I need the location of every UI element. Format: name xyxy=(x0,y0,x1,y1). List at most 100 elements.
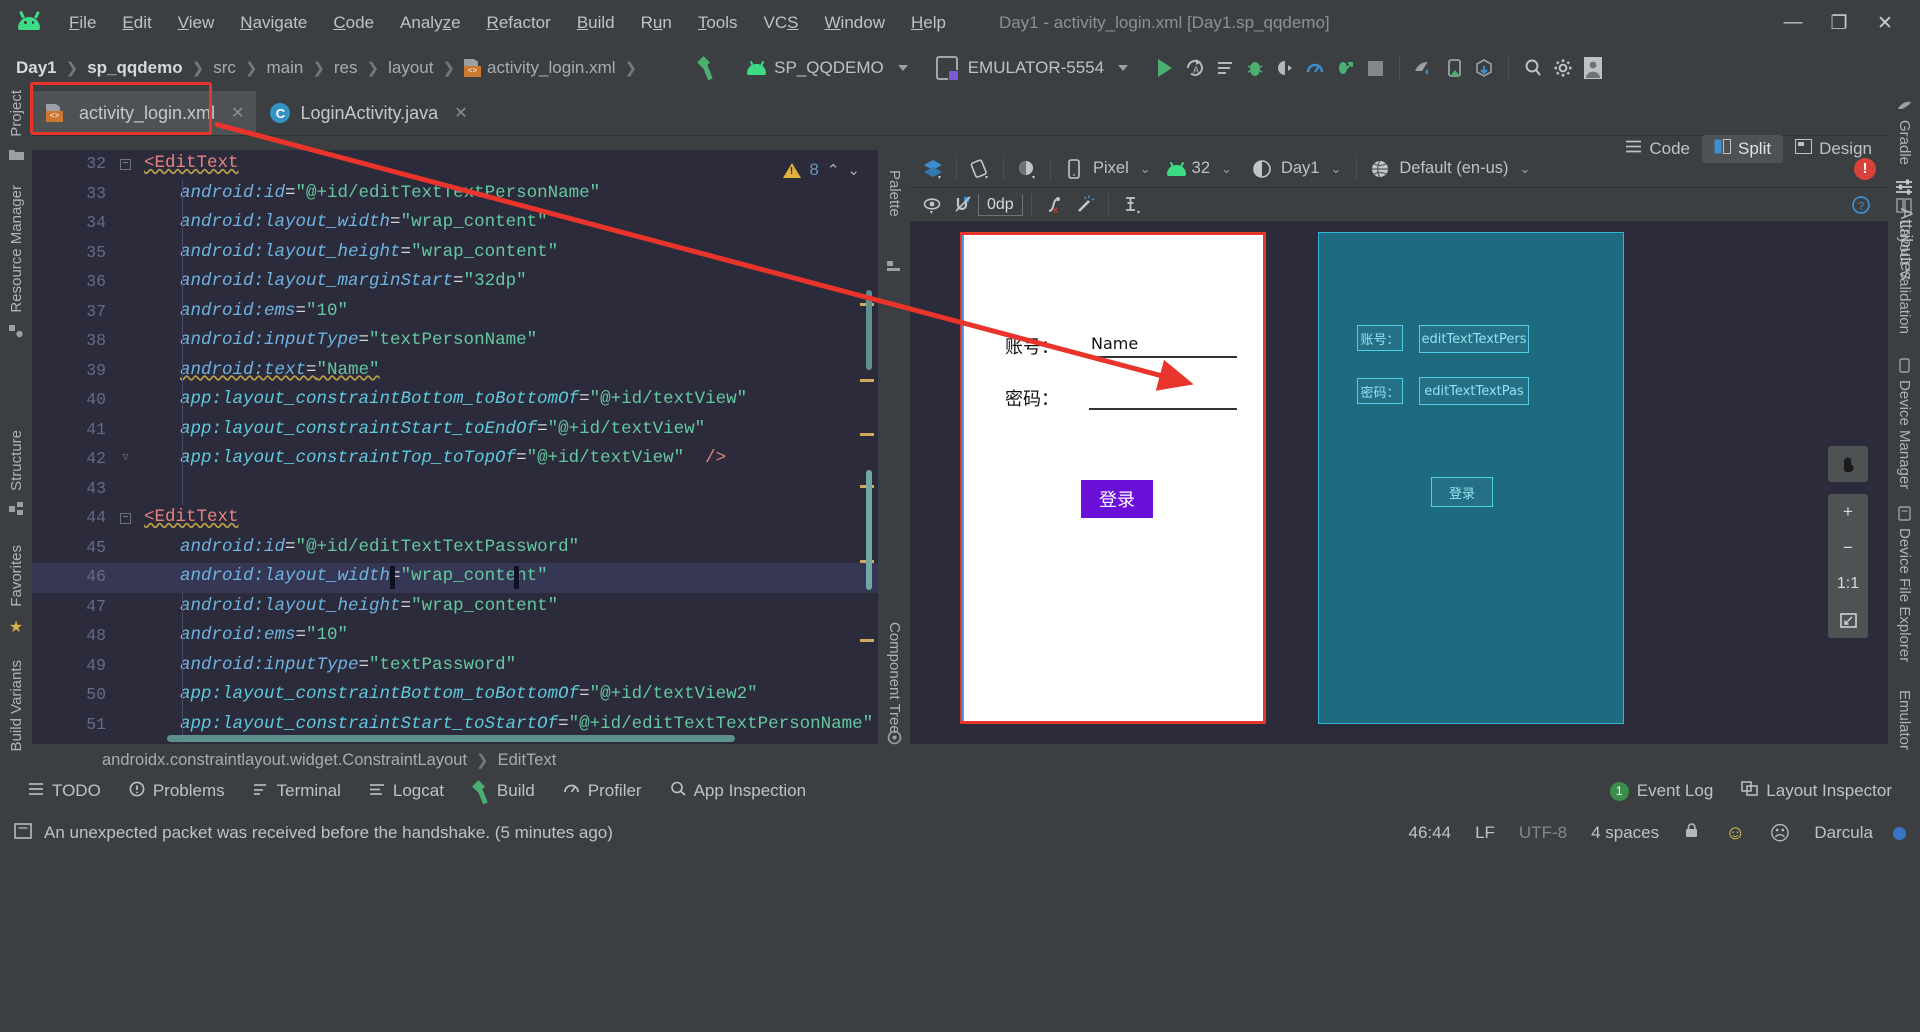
attributes-sliders-icon[interactable] xyxy=(1894,178,1914,201)
preview-account-input[interactable]: Name xyxy=(1089,334,1237,358)
design-canvas[interactable]: 账号： Name 密码： 登录 账号： editTextTextPers 密码：… xyxy=(910,222,1888,744)
api-chevron-down-icon[interactable]: ⌄ xyxy=(1221,161,1232,177)
view-mode-code[interactable]: Code xyxy=(1613,135,1702,163)
sync-gradle-icon[interactable] xyxy=(1469,53,1499,83)
zoom-actual-icon[interactable]: 1:1 xyxy=(1828,566,1868,602)
module-selector-label[interactable]: SP_QQDEMO xyxy=(774,58,884,78)
code-line[interactable]: 46 android:layout_width="wrap_content" xyxy=(32,563,878,593)
editor-tab-activity-login[interactable]: <> activity_login.xml ✕ xyxy=(32,91,257,135)
avatar-icon[interactable] xyxy=(1578,53,1608,83)
close-tab-icon[interactable]: ✕ xyxy=(454,103,467,123)
breadcrumb-res[interactable]: res xyxy=(334,58,358,78)
sidebar-item-build-variants[interactable]: Build Variants xyxy=(0,660,32,751)
debug-icon[interactable] xyxy=(1240,53,1270,83)
guidelines-icon[interactable] xyxy=(1117,190,1147,220)
menu-vcs[interactable]: VCS xyxy=(751,9,812,37)
minimize-button[interactable]: — xyxy=(1770,0,1816,46)
code-line[interactable]: 50 app:layout_constraintBottom_toBottomOf… xyxy=(32,681,878,711)
blueprint-password-field[interactable]: editTextTextPas xyxy=(1419,377,1529,405)
clear-constraints-icon[interactable]: x xyxy=(1040,190,1070,220)
code-line[interactable]: 34 android:layout_width="wrap_content" xyxy=(32,209,878,239)
menu-file[interactable]: File xyxy=(56,9,109,37)
build-hammer-icon[interactable] xyxy=(694,53,724,83)
menu-window[interactable]: Window xyxy=(812,9,898,37)
fold-collapse-icon[interactable]: − xyxy=(120,159,131,170)
code-line[interactable]: 39 android:text="Name" xyxy=(32,357,878,387)
breadcrumb-day1[interactable]: Day1 xyxy=(16,58,57,78)
menu-run[interactable]: Run xyxy=(628,9,685,37)
blueprint-password-label[interactable]: 密码： xyxy=(1357,378,1403,404)
editor-horizontal-scrollbar[interactable] xyxy=(167,735,867,742)
close-button[interactable]: ✕ xyxy=(1862,0,1908,46)
menu-help[interactable]: Help xyxy=(898,9,959,37)
infer-constraints-icon[interactable] xyxy=(1070,190,1100,220)
fold-end-icon[interactable]: ▽ xyxy=(120,454,131,465)
breadcrumb-activity-login[interactable]: activity_login.xml xyxy=(487,58,616,78)
sidebar-item-resource-manager[interactable]: Resource Manager xyxy=(0,185,32,343)
editor-tab-login-activity[interactable]: C LoginActivity.java ✕ xyxy=(256,91,479,135)
sad-face-icon[interactable]: ☹ xyxy=(1758,821,1803,846)
bottom-tab-app-inspection[interactable]: App Inspection xyxy=(656,778,820,804)
view-mode-design[interactable]: Design xyxy=(1783,135,1884,163)
settings-gear-icon[interactable] xyxy=(1548,53,1578,83)
code-line[interactable]: 35 android:layout_height="wrap_content" xyxy=(32,239,878,269)
breadcrumb-constraintlayout[interactable]: androidx.constraintlayout.widget.Constra… xyxy=(102,751,467,770)
code-editor[interactable]: 32 − <EditText 33 android:id="@+id/editTextT… xyxy=(32,150,878,744)
attributes-label[interactable]: Attributes xyxy=(1896,208,1916,280)
component-tree-rail[interactable] xyxy=(878,430,910,744)
sidebar-item-project[interactable]: Project xyxy=(0,90,32,167)
sidebar-item-favorites[interactable]: Favorites ★ xyxy=(0,545,32,637)
bottom-tab-terminal[interactable]: Terminal xyxy=(239,778,355,804)
bottom-tab-layout-inspector[interactable]: Layout Inspector xyxy=(1727,778,1906,804)
pan-tool-button[interactable] xyxy=(1828,446,1868,482)
api-level-label[interactable]: 32 xyxy=(1192,159,1210,178)
eye-icon[interactable] xyxy=(918,190,948,220)
theme-name[interactable]: Darcula xyxy=(1802,823,1885,843)
code-line[interactable]: 32 − <EditText xyxy=(32,150,878,180)
bottom-tab-event-log[interactable]: 1 Event Log xyxy=(1596,778,1728,804)
attach-debugger-icon[interactable] xyxy=(1270,53,1300,83)
lock-icon[interactable] xyxy=(1671,822,1713,845)
bottom-tab-problems[interactable]: Problems xyxy=(115,778,239,805)
sdk-manager-icon[interactable] xyxy=(1409,53,1439,83)
code-line[interactable]: 41 app:layout_constraintStart_toEndOf="@+… xyxy=(32,416,878,446)
inspection-warnings-widget[interactable]: 8 ⌃ ⌄ xyxy=(783,160,860,180)
code-line[interactable]: 38 android:inputType="textPersonName" xyxy=(32,327,878,357)
stop-icon[interactable] xyxy=(1360,53,1390,83)
sidebar-item-structure[interactable]: Structure xyxy=(0,430,32,521)
bottom-tab-logcat[interactable]: Logcat xyxy=(355,778,458,804)
breadcrumb-main[interactable]: main xyxy=(266,58,303,78)
code-line[interactable]: 49 android:inputType="textPassword" xyxy=(32,652,878,682)
run-icon[interactable] xyxy=(1150,53,1180,83)
code-line[interactable]: 43 xyxy=(32,475,878,505)
breadcrumb-edittext[interactable]: EditText xyxy=(498,751,557,770)
menu-code[interactable]: Code xyxy=(320,9,387,37)
theme-dropdown-label[interactable]: Day1 xyxy=(1281,159,1320,178)
menu-tools[interactable]: Tools xyxy=(685,9,751,37)
status-message[interactable]: An unexpected packet was received before… xyxy=(44,823,613,843)
device-chevron-down-icon[interactable]: ⌄ xyxy=(1140,161,1151,177)
default-margin-value[interactable]: 0dp xyxy=(978,193,1023,216)
blueprint-login-button[interactable]: 登录 xyxy=(1431,477,1493,507)
blueprint-preview[interactable]: 账号： editTextTextPers 密码： editTextTextPas… xyxy=(1318,232,1624,724)
autoconnect-icon[interactable] xyxy=(948,190,978,220)
code-line[interactable]: 33 android:id="@+id/editTextTextPersonNam… xyxy=(32,180,878,210)
indent-setting[interactable]: 4 spaces xyxy=(1579,823,1671,843)
theme-chevron-down-icon[interactable]: ⌄ xyxy=(1330,161,1341,177)
code-line[interactable]: 36 android:layout_marginStart="32dp" xyxy=(32,268,878,298)
apply-code-changes-icon[interactable] xyxy=(1210,53,1240,83)
avd-manager-icon[interactable] xyxy=(1439,53,1469,83)
preview-login-button[interactable]: 登录 xyxy=(1081,480,1153,518)
zoom-out-icon[interactable]: − xyxy=(1828,530,1868,566)
breadcrumb-sp-qqdemo[interactable]: sp_qqdemo xyxy=(87,58,182,78)
code-line[interactable]: 40 app:layout_constraintBottom_toBottomOf… xyxy=(32,386,878,416)
blueprint-account-field[interactable]: editTextTextPers xyxy=(1419,325,1529,353)
night-mode-icon[interactable] xyxy=(1012,154,1042,184)
file-encoding[interactable]: UTF-8 xyxy=(1507,823,1579,843)
code-line[interactable]: 47 android:layout_height="wrap_content" xyxy=(32,593,878,623)
menu-analyze[interactable]: Analyze xyxy=(387,9,474,37)
bottom-tab-profiler[interactable]: Profiler xyxy=(549,778,656,804)
apply-changes-icon[interactable]: A xyxy=(1180,53,1210,83)
blueprint-account-label[interactable]: 账号： xyxy=(1357,325,1403,351)
bottom-tab-todo[interactable]: TODO xyxy=(14,778,115,804)
